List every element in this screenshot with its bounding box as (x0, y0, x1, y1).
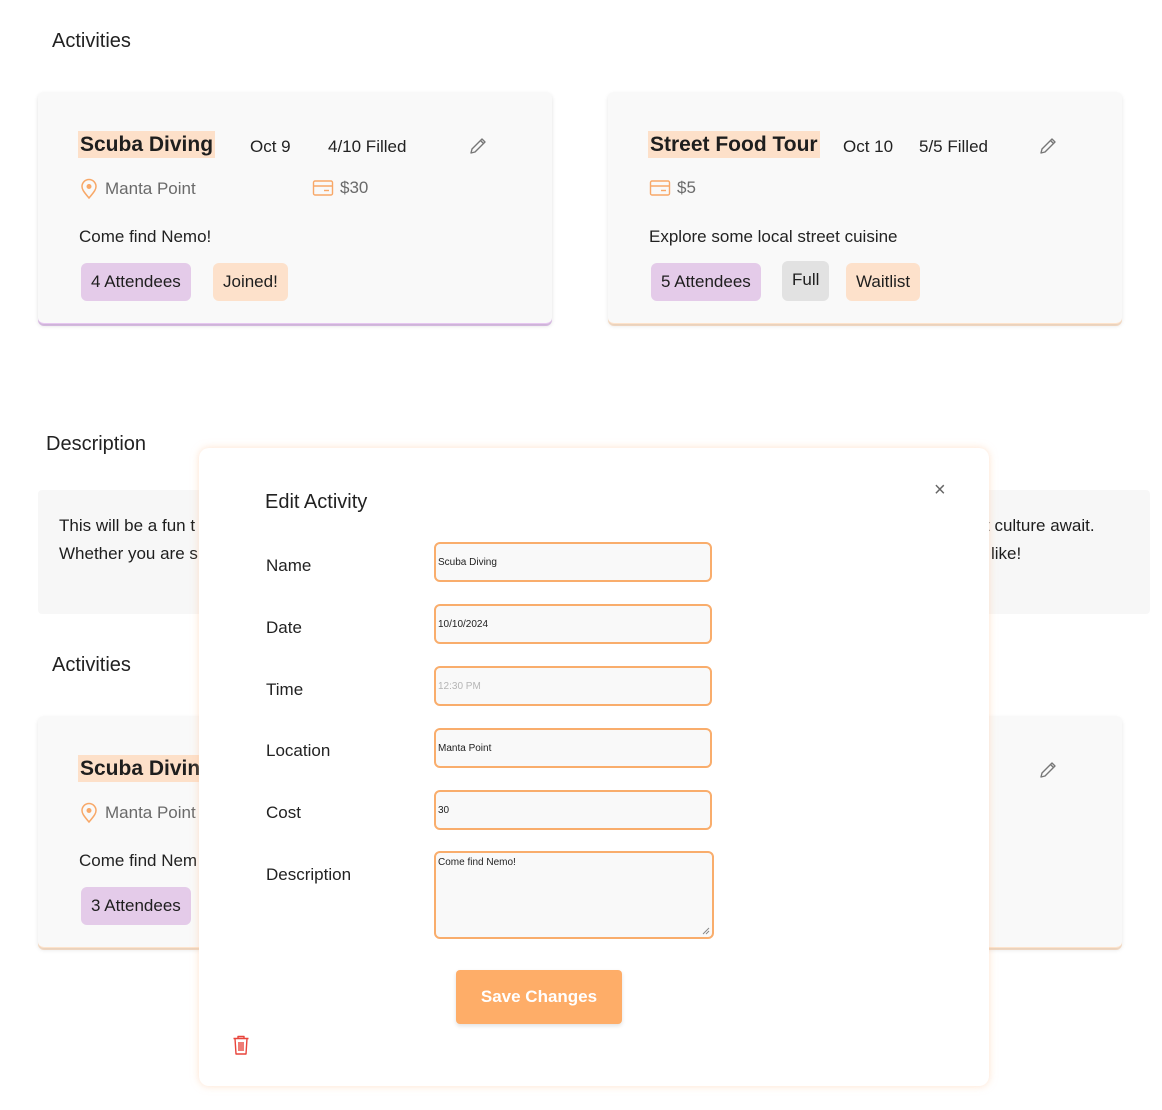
description-label: Description (266, 865, 352, 884)
cost-field[interactable]: 30 (434, 790, 712, 830)
section-title-description: Description (46, 433, 147, 455)
location-label: Location (266, 741, 331, 760)
activity-card-street-food-tour[interactable]: Street Food Tour Oct 10 5/5 Filled $5 Ex… (608, 92, 1122, 324)
credit-card-icon (312, 180, 334, 196)
activity-title: Scuba Diving (78, 131, 216, 158)
attendees-chip[interactable]: 3 Attendees (81, 887, 191, 925)
activity-date: Oct 9 (250, 137, 291, 156)
description-line-1-left: This will be a fun t (59, 516, 196, 535)
resize-grip-icon[interactable] (702, 927, 710, 935)
name-field[interactable]: Scuba Diving (434, 542, 712, 582)
date-field[interactable]: 10/10/2024 (434, 604, 712, 644)
description-line-1-right: t culture await. (985, 516, 1095, 535)
activity-title: Street Food Tour (648, 131, 820, 158)
activity-date: Oct 10 (843, 137, 894, 156)
time-field[interactable]: 12:30 PM (434, 666, 712, 706)
save-changes-button[interactable]: Save Changes (456, 970, 622, 1024)
section-title-activities: Activities (52, 30, 131, 52)
description-textarea[interactable]: Come find Nemo! (434, 851, 714, 939)
location-pin-icon (81, 802, 97, 824)
attendees-chip[interactable]: 5 Attendees (651, 263, 761, 301)
location-pin-icon (81, 178, 97, 200)
cost-text: $5 (677, 178, 696, 197)
activity-description: Come find Nem (79, 851, 198, 870)
activity-title: Scuba Divin (78, 755, 203, 782)
description-line-2-right: like! (991, 544, 1022, 563)
activity-cost: $5 (649, 178, 696, 198)
time-label: Time (266, 680, 304, 699)
activity-card-scuba-diving[interactable]: Scuba Diving Oct 9 4/10 Filled Manta Poi… (38, 92, 552, 324)
attendees-chip[interactable]: 4 Attendees (81, 263, 191, 301)
activity-location: Manta Point (79, 178, 196, 200)
location-text: Manta Point (105, 803, 196, 822)
description-textarea-value: Come find Nemo! (438, 857, 516, 868)
description-line-2-left: Whether you are s (59, 544, 198, 563)
location-field[interactable]: Manta Point (434, 728, 712, 768)
section-title-activities: Activities (52, 654, 131, 676)
credit-card-icon (649, 180, 671, 196)
activity-description: Explore some local street cuisine (649, 227, 898, 246)
name-label: Name (266, 556, 312, 575)
date-label: Date (266, 618, 302, 637)
cost-text: $30 (340, 178, 369, 197)
activity-filled: 4/10 Filled (328, 137, 407, 156)
activity-location: Manta Point (79, 802, 196, 824)
activity-filled: 5/5 Filled (919, 137, 988, 156)
location-text: Manta Point (105, 179, 196, 198)
edit-pencil-icon[interactable] (1038, 760, 1058, 785)
full-chip: Full (782, 261, 830, 301)
edit-activity-modal: Edit Activity × Name Scuba Diving Date 1… (199, 448, 989, 1086)
cost-label: Cost (266, 803, 301, 822)
joined-chip[interactable]: Joined! (213, 263, 288, 301)
edit-pencil-icon[interactable] (468, 136, 488, 161)
activity-description: Come find Nemo! (79, 227, 212, 246)
modal-title: Edit Activity (265, 491, 368, 513)
edit-pencil-icon[interactable] (1038, 136, 1058, 161)
activity-cost: $30 (312, 178, 368, 198)
close-icon[interactable]: × (934, 480, 946, 500)
trash-icon[interactable] (231, 1034, 251, 1061)
waitlist-button[interactable]: Waitlist (846, 263, 921, 301)
